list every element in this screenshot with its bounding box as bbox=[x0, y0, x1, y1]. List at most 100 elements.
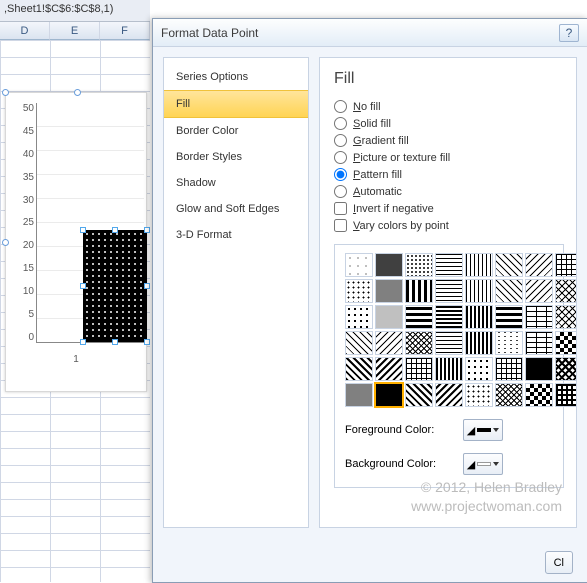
pattern-swatch-17[interactable] bbox=[375, 305, 403, 329]
nav-item-3-d-format[interactable]: 3-D Format bbox=[164, 222, 308, 248]
pattern-swatch-13[interactable] bbox=[495, 279, 523, 303]
nav-item-fill[interactable]: Fill bbox=[164, 90, 308, 118]
bar-handle[interactable] bbox=[112, 227, 118, 233]
pattern-swatch-35[interactable] bbox=[435, 357, 463, 381]
fill-option-auto[interactable]: Automatic bbox=[334, 183, 564, 200]
chart-resize-handle[interactable] bbox=[2, 239, 9, 246]
ytick: 20 bbox=[12, 240, 34, 251]
pattern-swatch-19[interactable] bbox=[435, 305, 463, 329]
pattern-swatch-45[interactable] bbox=[495, 383, 523, 407]
bar-handle[interactable] bbox=[80, 283, 86, 289]
bar-handle[interactable] bbox=[144, 283, 150, 289]
pattern-swatch-34[interactable] bbox=[405, 357, 433, 381]
nav-item-border-color[interactable]: Border Color bbox=[164, 118, 308, 144]
col-header-f[interactable]: F bbox=[100, 22, 150, 40]
pattern-swatch-41[interactable] bbox=[375, 383, 403, 407]
pattern-swatch-14[interactable] bbox=[525, 279, 553, 303]
pattern-swatch-28[interactable] bbox=[465, 331, 493, 355]
radio-picture[interactable] bbox=[334, 151, 347, 164]
pattern-swatch-4[interactable] bbox=[465, 253, 493, 277]
pattern-swatch-40[interactable] bbox=[345, 383, 373, 407]
checkbox-invert[interactable] bbox=[334, 202, 347, 215]
nav-item-series-options[interactable]: Series Options bbox=[164, 64, 308, 90]
pattern-swatch-8[interactable] bbox=[345, 279, 373, 303]
nav-item-glow-and-soft-edges[interactable]: Glow and Soft Edges bbox=[164, 196, 308, 222]
check-option-vary[interactable]: Vary colors by point bbox=[334, 217, 564, 234]
radio-solid[interactable] bbox=[334, 117, 347, 130]
pattern-swatch-29[interactable] bbox=[495, 331, 523, 355]
pattern-swatch-39[interactable] bbox=[555, 357, 577, 381]
radio-nofill[interactable] bbox=[334, 100, 347, 113]
pattern-swatch-15[interactable] bbox=[555, 279, 577, 303]
pattern-swatch-3[interactable] bbox=[435, 253, 463, 277]
pattern-swatch-9[interactable] bbox=[375, 279, 403, 303]
pattern-swatch-20[interactable] bbox=[465, 305, 493, 329]
pattern-swatch-36[interactable] bbox=[465, 357, 493, 381]
pattern-swatch-16[interactable] bbox=[345, 305, 373, 329]
pattern-swatch-24[interactable] bbox=[345, 331, 373, 355]
fill-option-gradient[interactable]: Gradient fill bbox=[334, 132, 564, 149]
chart-object[interactable]: 50 45 40 35 30 25 20 15 10 5 0 1 bbox=[5, 92, 147, 392]
pattern-swatch-32[interactable] bbox=[345, 357, 373, 381]
chart-resize-handle[interactable] bbox=[74, 89, 81, 96]
close-button[interactable]: Cl bbox=[545, 551, 573, 574]
pattern-swatch-47[interactable] bbox=[555, 383, 577, 407]
pattern-swatch-25[interactable] bbox=[375, 331, 403, 355]
radio-auto[interactable] bbox=[334, 185, 347, 198]
formula-bar[interactable]: ,Sheet1!$C$6:$C$8,1) bbox=[0, 0, 150, 22]
pattern-swatch-0[interactable] bbox=[345, 253, 373, 277]
label-solid: Solid fill bbox=[353, 118, 391, 130]
check-option-invert[interactable]: Invert if negative bbox=[334, 200, 564, 217]
bar-handle[interactable] bbox=[112, 339, 118, 345]
nav-item-shadow[interactable]: Shadow bbox=[164, 170, 308, 196]
dialog-titlebar[interactable]: Format Data Point ? bbox=[153, 19, 587, 47]
col-header-d[interactable]: D bbox=[0, 22, 50, 40]
radio-pattern[interactable] bbox=[334, 168, 347, 181]
label-pattern: Pattern fill bbox=[353, 169, 402, 181]
bar-handle[interactable] bbox=[144, 227, 150, 233]
background-color-label: Background Color: bbox=[345, 458, 455, 470]
pattern-swatch-5[interactable] bbox=[495, 253, 523, 277]
pattern-swatch-23[interactable] bbox=[555, 305, 577, 329]
fill-panel: Fill No fillSolid fillGradient fillPictu… bbox=[319, 57, 577, 528]
fill-option-pattern[interactable]: Pattern fill bbox=[334, 166, 564, 183]
chart-plot-area[interactable] bbox=[36, 103, 144, 343]
bar-handle[interactable] bbox=[80, 227, 86, 233]
pattern-swatch-1[interactable] bbox=[375, 253, 403, 277]
bar-handle[interactable] bbox=[80, 339, 86, 345]
fill-option-picture[interactable]: Picture or texture fill bbox=[334, 149, 564, 166]
col-header-e[interactable]: E bbox=[50, 22, 100, 40]
pattern-swatch-38[interactable] bbox=[525, 357, 553, 381]
pattern-swatch-46[interactable] bbox=[525, 383, 553, 407]
pattern-swatch-7[interactable] bbox=[555, 253, 577, 277]
pattern-swatch-18[interactable] bbox=[405, 305, 433, 329]
background-color-picker[interactable]: ◢ bbox=[463, 453, 503, 475]
fill-option-solid[interactable]: Solid fill bbox=[334, 115, 564, 132]
pattern-swatch-26[interactable] bbox=[405, 331, 433, 355]
foreground-color-picker[interactable]: ◢ bbox=[463, 419, 503, 441]
pattern-swatch-27[interactable] bbox=[435, 331, 463, 355]
chart-bar-selected[interactable] bbox=[83, 230, 147, 342]
help-button[interactable]: ? bbox=[559, 24, 579, 42]
nav-item-border-styles[interactable]: Border Styles bbox=[164, 144, 308, 170]
pattern-swatch-21[interactable] bbox=[495, 305, 523, 329]
dialog-title: Format Data Point bbox=[161, 26, 258, 40]
checkbox-vary[interactable] bbox=[334, 219, 347, 232]
pattern-swatch-30[interactable] bbox=[525, 331, 553, 355]
pattern-swatch-11[interactable] bbox=[435, 279, 463, 303]
pattern-swatch-42[interactable] bbox=[405, 383, 433, 407]
pattern-swatch-33[interactable] bbox=[375, 357, 403, 381]
pattern-swatch-43[interactable] bbox=[435, 383, 463, 407]
pattern-swatch-2[interactable] bbox=[405, 253, 433, 277]
pattern-swatch-22[interactable] bbox=[525, 305, 553, 329]
pattern-swatch-37[interactable] bbox=[495, 357, 523, 381]
pattern-swatch-10[interactable] bbox=[405, 279, 433, 303]
pattern-swatch-12[interactable] bbox=[465, 279, 493, 303]
chart-resize-handle[interactable] bbox=[2, 89, 9, 96]
pattern-swatch-31[interactable] bbox=[555, 331, 577, 355]
pattern-swatch-6[interactable] bbox=[525, 253, 553, 277]
fill-option-nofill[interactable]: No fill bbox=[334, 98, 564, 115]
pattern-swatch-44[interactable] bbox=[465, 383, 493, 407]
bar-handle[interactable] bbox=[144, 339, 150, 345]
radio-gradient[interactable] bbox=[334, 134, 347, 147]
